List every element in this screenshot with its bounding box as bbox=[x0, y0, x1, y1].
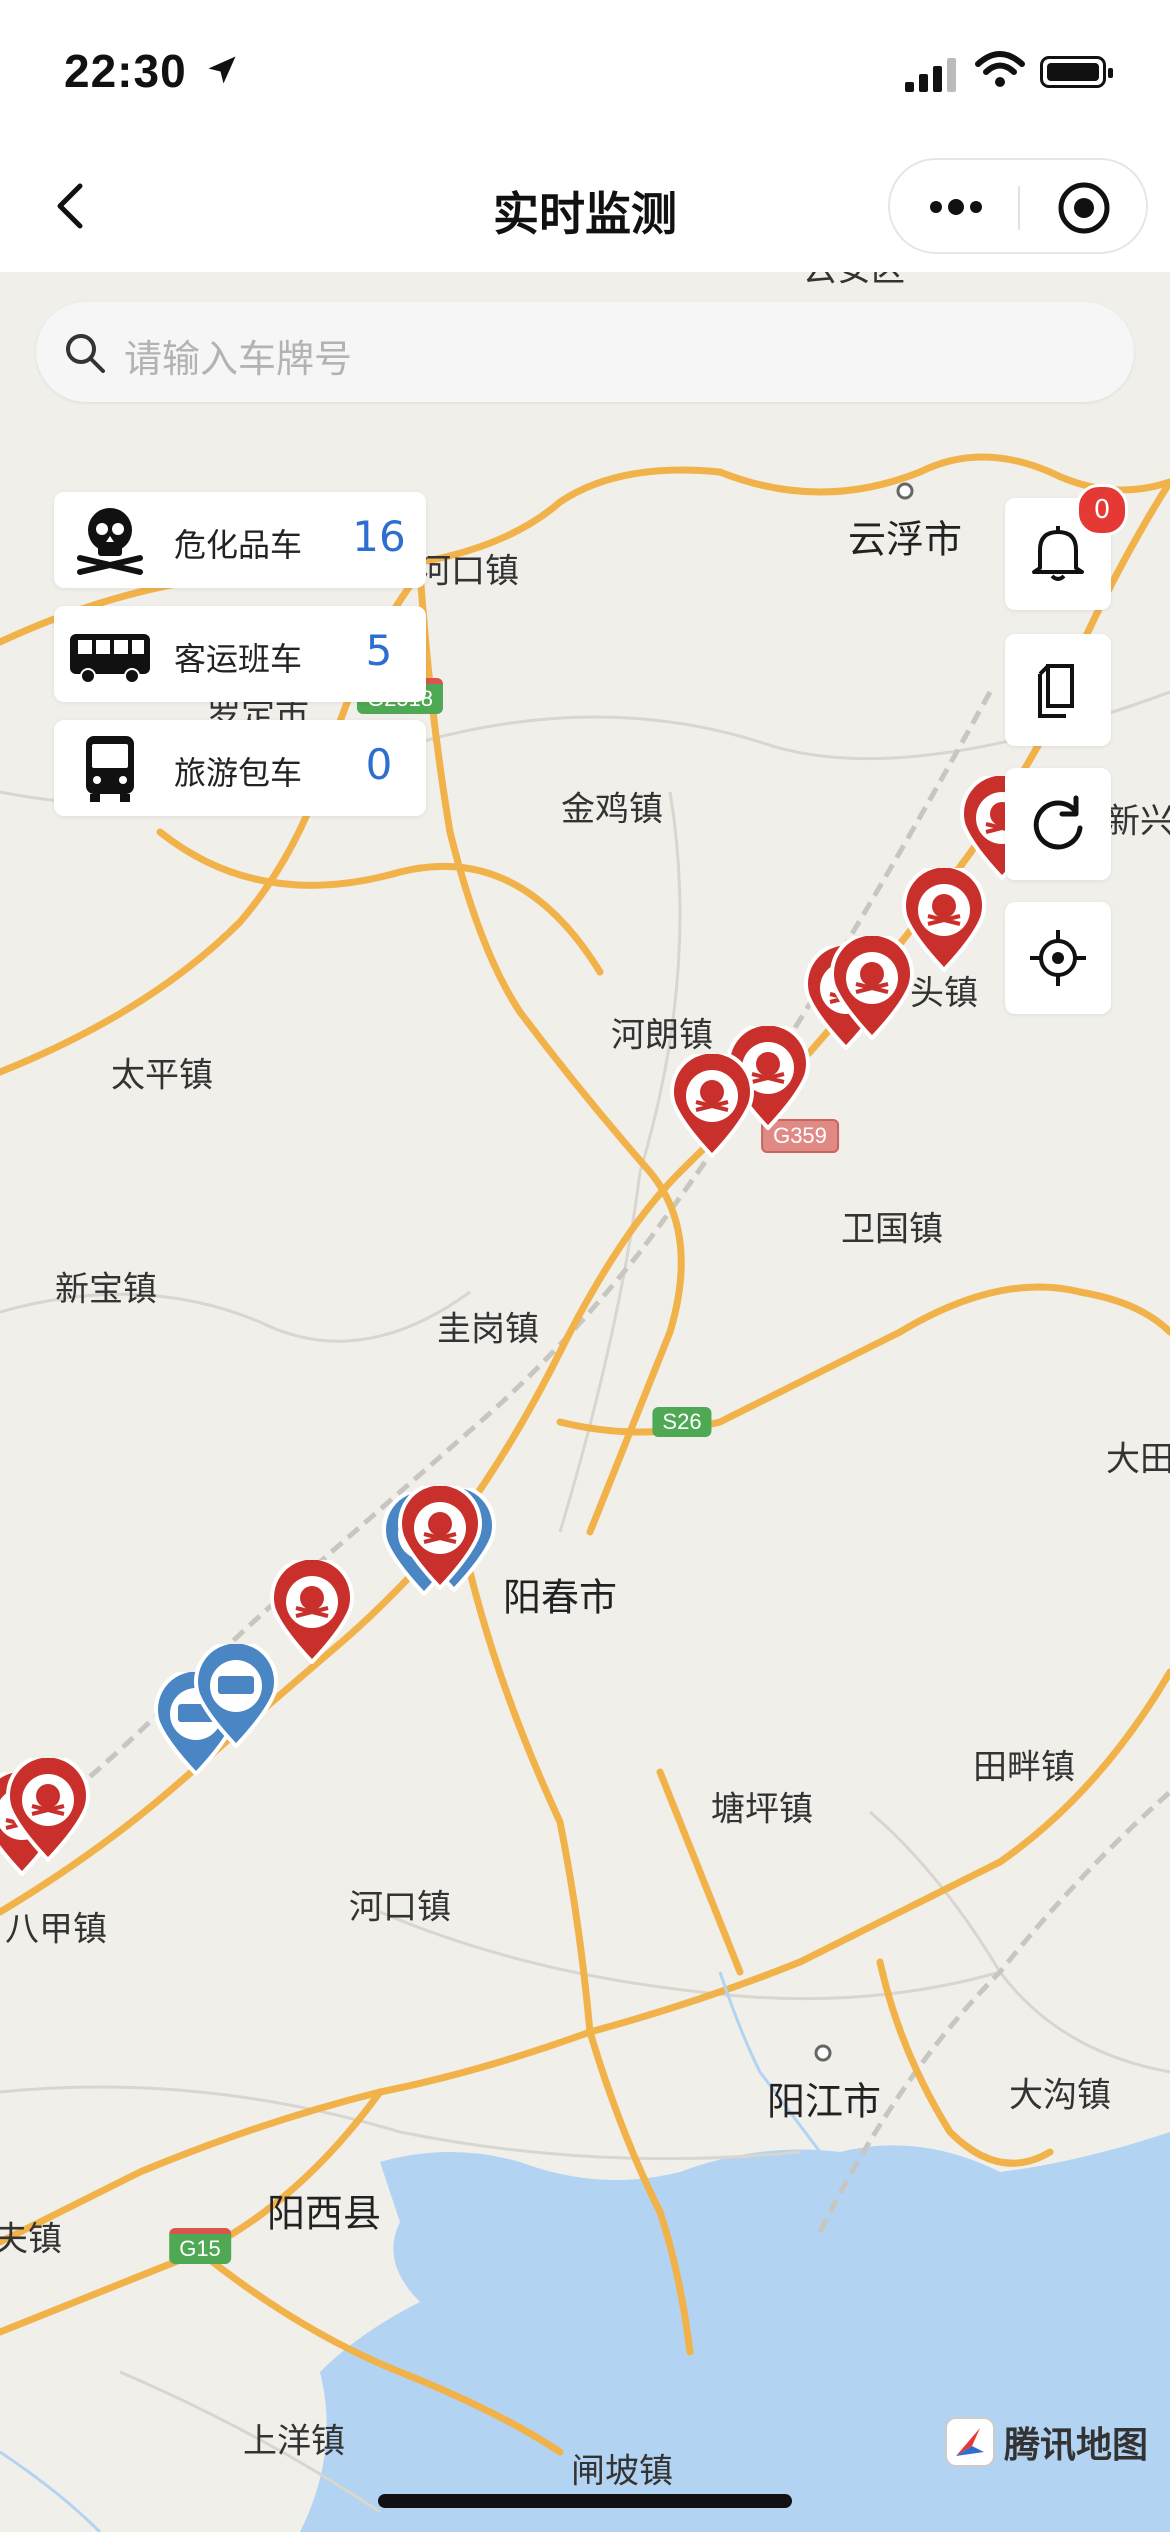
legend-count: 0 bbox=[365, 740, 393, 789]
bus-vehicle-marker[interactable] bbox=[190, 1644, 282, 1748]
tencent-map-logo-icon bbox=[945, 2417, 995, 2467]
place-label: 头镇 bbox=[910, 973, 978, 1014]
place-label: 八甲镇 bbox=[5, 1909, 107, 1950]
location-arrow-icon bbox=[208, 56, 236, 84]
place-label: 河口镇 bbox=[349, 1887, 451, 1928]
map-view[interactable]: 云浮市 河口镇 金鸡镇 河朗镇 太平镇 卫国镇 新宝镇 圭岗镇 阳春市 田畔镇 … bbox=[0, 272, 1170, 2532]
search-icon bbox=[66, 334, 105, 373]
list-button[interactable] bbox=[1005, 634, 1111, 746]
close-miniprogram-icon[interactable] bbox=[1056, 180, 1112, 236]
tour-bus-icon bbox=[86, 736, 134, 802]
road-shield: S26 bbox=[652, 1407, 712, 1437]
place-label: 新兴 bbox=[1106, 801, 1170, 842]
place-label: 闸坡镇 bbox=[571, 2451, 673, 2492]
crosshair-locate-icon bbox=[1030, 930, 1086, 986]
legend-label: 旅游包车 bbox=[174, 754, 303, 792]
nav-bar: 实时监测 bbox=[0, 140, 1170, 272]
cellular-signal-icon bbox=[905, 58, 956, 92]
legend-label: 客运班车 bbox=[174, 640, 303, 678]
place-label: 阳西县 bbox=[266, 2191, 382, 2236]
legend-coach[interactable]: 客运班车 5 bbox=[54, 606, 426, 702]
place-label: 田畔镇 bbox=[973, 1747, 1075, 1788]
place-label: 阳江市 bbox=[766, 2079, 882, 2124]
legend-label: 危化品车 bbox=[174, 526, 303, 564]
place-label: 圭岗镇 bbox=[437, 1309, 539, 1350]
place-label: 塘坪镇 bbox=[711, 1789, 813, 1830]
status-bar: 22:30 bbox=[0, 0, 1170, 140]
hazmat-vehicle-marker[interactable] bbox=[2, 1758, 94, 1862]
copy-document-icon bbox=[1038, 664, 1074, 718]
miniprogram-capsule bbox=[888, 158, 1148, 254]
brand-text: 腾讯地图 bbox=[1004, 2425, 1149, 2466]
place-label: 卫国镇 bbox=[841, 1209, 943, 1250]
place-label: 河口镇 bbox=[417, 551, 519, 592]
place-label: 上洋镇 bbox=[243, 2421, 345, 2462]
coach-bus-icon bbox=[70, 634, 150, 684]
plate-search-input[interactable]: 请输入车牌号 bbox=[36, 302, 1134, 402]
legend-hazmat[interactable]: 危化品车 16 bbox=[54, 492, 426, 588]
hazmat-vehicle-marker[interactable] bbox=[666, 1054, 758, 1158]
refresh-icon bbox=[1033, 795, 1083, 850]
home-indicator bbox=[378, 2494, 792, 2508]
place-label: 云安区 bbox=[803, 272, 905, 291]
hazmat-vehicle-marker[interactable] bbox=[394, 1486, 486, 1590]
place-label: 金鸡镇 bbox=[561, 789, 663, 830]
legend-count: 16 bbox=[352, 512, 406, 561]
wifi-icon bbox=[975, 51, 1025, 87]
place-label: 大田 bbox=[1106, 1439, 1170, 1480]
road-shield: G15 bbox=[169, 2228, 231, 2264]
legend-tour[interactable]: 旅游包车 0 bbox=[54, 720, 426, 816]
bell-icon bbox=[1032, 526, 1084, 581]
hazmat-vehicle-marker[interactable] bbox=[826, 936, 918, 1040]
city-dot-icon bbox=[814, 2044, 832, 2062]
search-placeholder: 请输入车牌号 bbox=[124, 337, 353, 381]
more-dots-icon[interactable] bbox=[926, 192, 986, 222]
map-brand-logo: 腾讯地图 bbox=[944, 2416, 1148, 2468]
legend-count: 5 bbox=[365, 626, 393, 675]
place-label: 大沟镇 bbox=[1009, 2075, 1111, 2116]
place-label: 夫镇 bbox=[0, 2219, 62, 2260]
locate-button[interactable] bbox=[1005, 902, 1111, 1014]
skull-crossbones-icon bbox=[77, 508, 143, 575]
battery-icon bbox=[1040, 56, 1113, 88]
place-label: 阳春市 bbox=[502, 1575, 618, 1620]
city-dot-icon bbox=[896, 482, 914, 500]
notification-badge: 0 bbox=[1076, 484, 1128, 536]
place-label: 河朗镇 bbox=[611, 1015, 713, 1056]
status-time: 22:30 bbox=[64, 45, 187, 97]
place-label: 云浮市 bbox=[847, 517, 963, 562]
place-label: 太平镇 bbox=[111, 1055, 213, 1096]
refresh-button[interactable] bbox=[1005, 768, 1111, 880]
place-label: 新宝镇 bbox=[55, 1269, 157, 1310]
